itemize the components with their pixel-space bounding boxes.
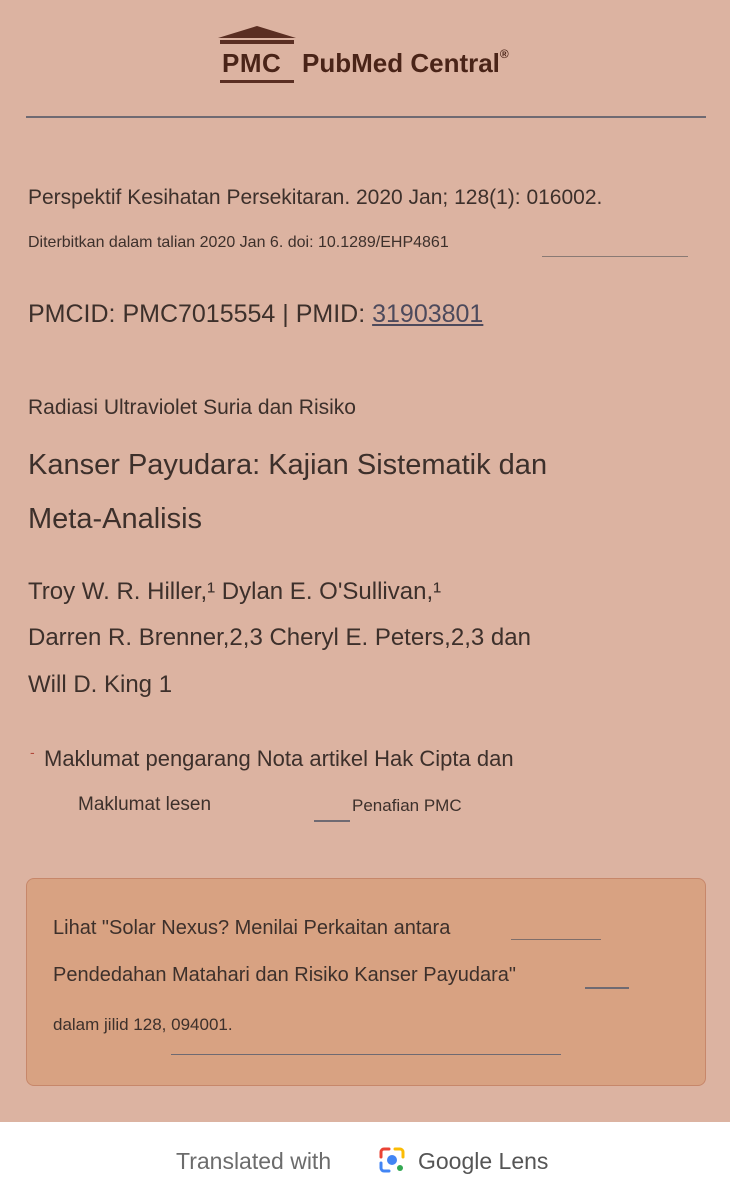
pmc-building-icon: PMC [218, 26, 296, 86]
article-title-line-3: Meta-Analisis [28, 503, 203, 535]
notice-underline-1 [511, 939, 601, 940]
authors-line-2[interactable]: Darren R. Brenner,2,3 Cheryl E. Peters,2… [28, 624, 531, 652]
author-info-link[interactable]: Maklumat pengarang Nota artikel Hak Cipt… [44, 746, 514, 772]
info-bullet: - [30, 744, 35, 760]
doi-underline [542, 256, 688, 257]
pmcid-text: PMCID: PMC7015554 | PMID: [28, 300, 373, 328]
related-article-notice: Lihat "Solar Nexus? Menilai Perkaitan an… [26, 878, 706, 1086]
license-info-link[interactable]: Maklumat lesen [78, 794, 211, 816]
notice-line-3: dalam jilid 128, 094001. [53, 1015, 233, 1034]
authors-line-1[interactable]: Troy W. R. Hiller,¹ Dylan E. O'Sullivan,… [28, 578, 441, 606]
notice-underline-2 [585, 987, 629, 989]
google-lens-icon [379, 1147, 405, 1173]
translated-with-label: Translated with [176, 1148, 332, 1174]
notice-line-1[interactable]: Lihat "Solar Nexus? Menilai Perkaitan an… [53, 917, 450, 940]
notice-underline-3 [171, 1054, 561, 1055]
journal-citation: Perspektif Kesihatan Persekitaran. 2020 … [28, 186, 603, 209]
article-title-line-2: Kanser Payudara: Kajian Sistematik dan [28, 449, 548, 481]
pmc-logo-name: PubMed Central® [302, 47, 509, 78]
article-ids: PMCID: PMC7015554 | PMID: 31903801 [28, 300, 483, 329]
pmc-logo[interactable]: PMC PubMed Central® [218, 26, 509, 86]
disclaimer-underline [314, 820, 350, 822]
authors-line-3[interactable]: Will D. King 1 [28, 671, 172, 699]
google-lens-brand: Google Lens [418, 1148, 549, 1174]
pmc-logo-abbr: PMC [222, 48, 282, 78]
pmid-link[interactable]: 31903801 [372, 300, 483, 328]
translation-footer: Translated with Google Lens [0, 1122, 730, 1200]
header-divider [26, 116, 706, 118]
article-title-line-1: Radiasi Ultraviolet Suria dan Risiko [28, 396, 356, 419]
site-header: PMC PubMed Central® [0, 0, 730, 118]
pmc-disclaimer-link[interactable]: Penafian PMC [352, 796, 462, 816]
notice-line-2[interactable]: Pendedahan Matahari dan Risiko Kanser Pa… [53, 964, 516, 987]
published-date: Diterbitkan dalam talian 2020 Jan 6. doi… [28, 234, 449, 251]
